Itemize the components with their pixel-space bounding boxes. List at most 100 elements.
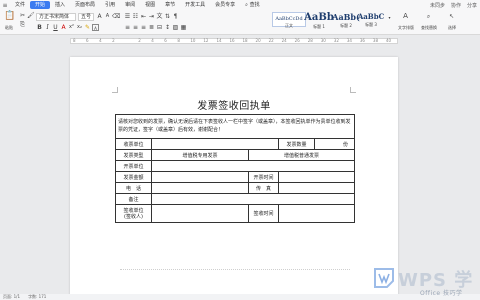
menu-page-layout[interactable]: 页面布局 — [70, 0, 100, 10]
ruler-tick-label: 24 — [281, 38, 287, 43]
field-amount[interactable] — [151, 171, 249, 183]
label-issue-time: 开票时间 — [248, 171, 279, 183]
styles-more-icon[interactable]: ▾ — [386, 14, 393, 21]
find-replace-label[interactable]: 查找替换 — [418, 25, 440, 31]
style-heading-1-label: 标题 1 — [313, 24, 325, 29]
show-marks-icon[interactable]: ¶ — [172, 13, 179, 20]
label-issuer: 开票单位 — [115, 160, 152, 172]
menu-chapter[interactable]: 章节 — [160, 0, 180, 10]
receipt-form-table[interactable]: 请核对您收到的发票，确认无误后请在下表签收人一栏中签字（或盖章），本签收回执单作… — [115, 114, 355, 223]
shrink-font-icon[interactable]: A — [104, 13, 111, 20]
document-title[interactable]: 发票签收回执单 — [70, 97, 398, 112]
style-normal[interactable]: AaBbCcDd 正文 — [272, 12, 306, 28]
increase-indent-icon[interactable]: ⇥ — [148, 13, 155, 20]
style-heading-3[interactable]: AaBbC 标题 3 — [358, 12, 384, 27]
table-row: 收票单位 发票数量 份 — [115, 138, 355, 150]
bullet-list-icon[interactable]: ☰ — [124, 13, 131, 20]
style-heading-2[interactable]: AaBb( 标题 2 — [332, 12, 360, 28]
field-invoice-count[interactable]: 份 — [314, 138, 355, 150]
table-row: 发票类型 增值税专用发票 增值税普通发票 — [115, 149, 355, 161]
menu-view[interactable]: 视图 — [140, 0, 160, 10]
font-color-icon[interactable]: A — [60, 24, 67, 31]
text-tools-icon[interactable]: A — [402, 13, 409, 20]
char-border-icon[interactable]: A — [92, 24, 99, 31]
select-icon[interactable]: ↖ — [448, 13, 455, 20]
sync-status[interactable]: 未同步 — [427, 2, 448, 9]
menu-insert[interactable]: 插入 — [50, 0, 70, 10]
field-issuer[interactable] — [151, 160, 355, 172]
horizontal-ruler[interactable]: 8 6 4 2 2 4 6 8 10 12 14 16 18 20 22 24 26 28 30 32 34 36 38 40 — [70, 38, 398, 44]
text-tools-label[interactable]: 文字排版 — [395, 25, 417, 31]
style-heading-2-label: 标题 2 — [340, 23, 352, 28]
field-fax[interactable] — [278, 182, 355, 194]
menu-developer[interactable]: 开发工具 — [180, 0, 210, 10]
select-label[interactable]: 选择 — [441, 25, 463, 31]
borders-icon[interactable]: ▦ — [180, 24, 187, 31]
clear-format-icon[interactable]: ⌫ — [112, 13, 120, 20]
field-issue-time[interactable] — [278, 171, 355, 183]
distributed-icon[interactable]: ⊟ — [156, 24, 163, 31]
ruler-tick-label: 2 — [138, 38, 141, 43]
ribbon-toolbar: 📋 粘贴 ✂ ⎘ 🖌 方正书宋简体 五号 A A ⌫ B I U A x² x₂… — [0, 10, 480, 35]
page-indicator[interactable]: 页面: 1/1 — [3, 294, 20, 300]
field-sign-time[interactable] — [278, 204, 355, 223]
field-signer[interactable] — [151, 204, 249, 223]
share-button[interactable]: 分享 — [464, 2, 480, 9]
menu-file[interactable]: 文件 — [10, 0, 30, 10]
menu-search[interactable]: ⌕ 查找 — [240, 0, 264, 10]
collaborate-button[interactable]: 协作 — [448, 2, 464, 9]
notice-cell[interactable]: 请核对您收到的发票，确认无误后请在下表签收人一栏中签字（或盖章），本签收回执单作… — [115, 114, 355, 139]
align-left-icon[interactable]: ≡ — [124, 24, 131, 31]
align-right-icon[interactable]: ≡ — [140, 24, 147, 31]
menu-icon[interactable]: ≡ — [0, 2, 10, 9]
font-size-select[interactable]: 五号 — [78, 13, 94, 21]
menu-home[interactable]: 开始 — [30, 1, 51, 9]
ruler-tick-label: 38 — [372, 38, 378, 43]
option-vat-special[interactable]: 增值税专用发票 — [151, 149, 249, 161]
style-heading-3-label: 标题 3 — [365, 22, 377, 27]
format-painter-icon[interactable]: 🖌 — [27, 12, 35, 19]
field-phone[interactable] — [151, 182, 249, 194]
menu-member[interactable]: 会员专享 — [210, 0, 240, 10]
italic-icon[interactable]: I — [44, 24, 51, 31]
font-name-select[interactable]: 方正书宋简体 — [36, 13, 76, 21]
ruler-tick-label: 8 — [73, 38, 76, 43]
paste-label[interactable]: 粘贴 — [2, 25, 16, 31]
decrease-indent-icon[interactable]: ⇤ — [140, 13, 147, 20]
document-page[interactable]: 发票签收回执单 请核对您收到的发票，确认无误后请在下表签收人一栏中签字（或盖章）… — [70, 57, 398, 300]
label-invoice-type: 发票类型 — [115, 149, 152, 161]
ruler-tick-label: 28 — [307, 38, 313, 43]
ruler-tick-label: 20 — [255, 38, 261, 43]
label-amount: 发票金额 — [115, 171, 152, 183]
highlight-icon[interactable]: ✎ — [84, 24, 91, 31]
notice-text: 请核对您收到的发票，确认无误后请在下表签收人一栏中签字（或盖章），本签收回执单作… — [118, 119, 351, 133]
align-center-icon[interactable]: ≡ — [132, 24, 139, 31]
superscript-icon[interactable]: x² — [68, 24, 75, 31]
sort-icon[interactable]: ⇅ — [164, 13, 171, 20]
ruler-tick-label: 16 — [229, 38, 235, 43]
style-normal-label: 正文 — [285, 23, 293, 28]
style-heading-1[interactable]: AaBb 标题 1 — [304, 12, 334, 29]
cut-icon[interactable]: ✂ — [19, 12, 26, 19]
field-remark[interactable] — [151, 193, 355, 205]
menu-review[interactable]: 审阅 — [120, 0, 140, 10]
ruler-tick-label: 26 — [294, 38, 300, 43]
paste-icon[interactable]: 📋 — [4, 12, 15, 23]
menu-references[interactable]: 引用 — [100, 0, 120, 10]
label-phone: 电 话 — [115, 182, 152, 194]
justify-icon[interactable]: ≣ — [148, 24, 155, 31]
bold-icon[interactable]: B — [36, 24, 43, 31]
option-vat-normal[interactable]: 增值税普通发票 — [248, 149, 355, 161]
chinese-layout-icon[interactable]: 文 — [156, 13, 163, 20]
field-recv-unit[interactable] — [151, 138, 279, 150]
numbered-list-icon[interactable]: ☷ — [132, 13, 139, 20]
subscript-icon[interactable]: x₂ — [76, 24, 83, 31]
find-replace-icon[interactable]: ⌕ — [425, 13, 432, 20]
word-count[interactable]: 字数: 171 — [28, 294, 46, 300]
ruler-tick-label: 40 — [385, 38, 392, 43]
grow-font-icon[interactable]: A — [96, 13, 103, 20]
shading-icon[interactable]: ▨ — [172, 24, 179, 31]
line-spacing-icon[interactable]: ↕ — [164, 24, 171, 31]
copy-icon[interactable]: ⎘ — [19, 21, 26, 28]
underline-icon[interactable]: U — [52, 24, 59, 31]
